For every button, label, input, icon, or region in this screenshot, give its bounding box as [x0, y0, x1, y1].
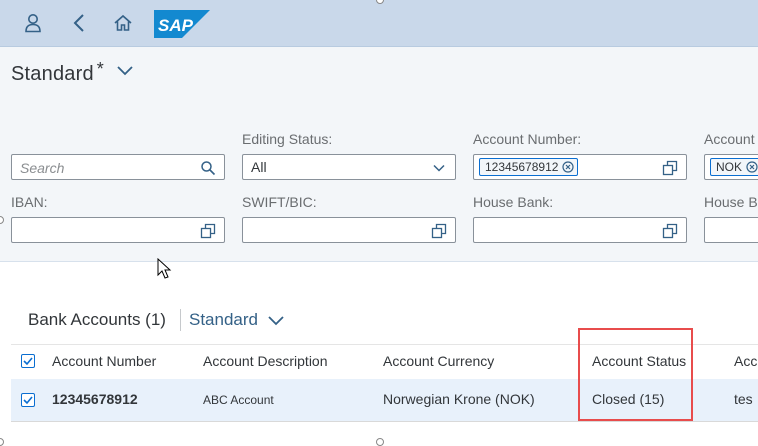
select-all-checkbox[interactable] [21, 354, 35, 368]
table-variant-selector[interactable]: Standard [189, 310, 285, 330]
remove-token-icon[interactable] [562, 161, 575, 173]
account-currency-field[interactable]: NOK [704, 154, 758, 180]
checkmark-icon [23, 357, 33, 366]
user-button[interactable] [18, 8, 48, 38]
annotation-highlight-box [578, 328, 693, 421]
crop-handle [0, 438, 4, 446]
home-button[interactable] [108, 8, 138, 38]
chevron-down-icon[interactable] [431, 160, 447, 176]
token-text: 12345678912 [485, 160, 559, 174]
editing-status-value: All [251, 159, 267, 175]
table-title: Bank Accounts (1) [28, 310, 166, 329]
house-bank-label: House Bank: [473, 194, 554, 210]
chevron-down-icon [117, 66, 133, 76]
cell-account-number: 12345678912 [52, 391, 138, 407]
chevron-down-icon [268, 315, 284, 325]
value-help-icon[interactable] [662, 223, 678, 239]
house-bank-field[interactable] [473, 217, 687, 243]
cell-account-description: ABC Account [203, 393, 274, 407]
column-header-partial[interactable]: Acc [734, 353, 757, 369]
editing-status-label: Editing Status: [242, 131, 333, 147]
back-button[interactable] [64, 8, 94, 38]
variant-dirty-marker: * [96, 59, 104, 79]
value-help-icon[interactable] [431, 223, 447, 239]
search-icon[interactable] [200, 160, 216, 176]
row-checkbox[interactable] [21, 393, 35, 407]
cell-partial: tes [734, 391, 753, 407]
account-currency-token[interactable]: NOK [710, 158, 758, 176]
account-number-token[interactable]: 12345678912 [479, 158, 579, 176]
iban-field[interactable] [11, 217, 225, 243]
column-header-account-description[interactable]: Account Description [203, 353, 328, 369]
swift-field[interactable] [242, 217, 456, 243]
toolbar-separator [180, 309, 181, 331]
back-icon [73, 14, 84, 32]
user-icon [25, 14, 41, 33]
account-currency-label: Account [704, 131, 755, 147]
column-header-account-currency[interactable]: Account Currency [383, 353, 494, 369]
crop-handle [376, 438, 384, 446]
swift-label: SWIFT/BIC: [242, 194, 317, 210]
cell-account-currency: Norwegian Krone (NOK) [383, 391, 535, 407]
sap-logo[interactable]: SAP [154, 10, 210, 38]
value-help-icon[interactable] [662, 160, 678, 176]
account-number-label: Account Number: [473, 131, 582, 147]
svg-text:SAP: SAP [158, 16, 194, 35]
column-header-account-number[interactable]: Account Number [52, 353, 156, 369]
variant-selector[interactable]: Standard * [11, 59, 134, 86]
value-help-icon[interactable] [200, 223, 216, 239]
variant-title: Standard [11, 63, 94, 85]
editing-status-select[interactable]: All [242, 154, 456, 180]
checkmark-icon [23, 396, 33, 405]
remove-token-icon[interactable] [746, 161, 758, 173]
house-bank-partial-label: House B [704, 194, 758, 210]
mouse-cursor-icon [157, 258, 172, 279]
house-bank-partial-field[interactable] [704, 217, 758, 243]
table-variant-title: Standard [189, 310, 258, 329]
search-input[interactable] [20, 159, 180, 177]
search-field[interactable] [11, 154, 225, 180]
token-text: NOK [716, 160, 743, 174]
iban-label: IBAN: [11, 194, 48, 210]
account-number-field[interactable]: 12345678912 [473, 154, 687, 180]
shell-bar: SAP [0, 0, 758, 47]
home-icon [114, 14, 132, 31]
